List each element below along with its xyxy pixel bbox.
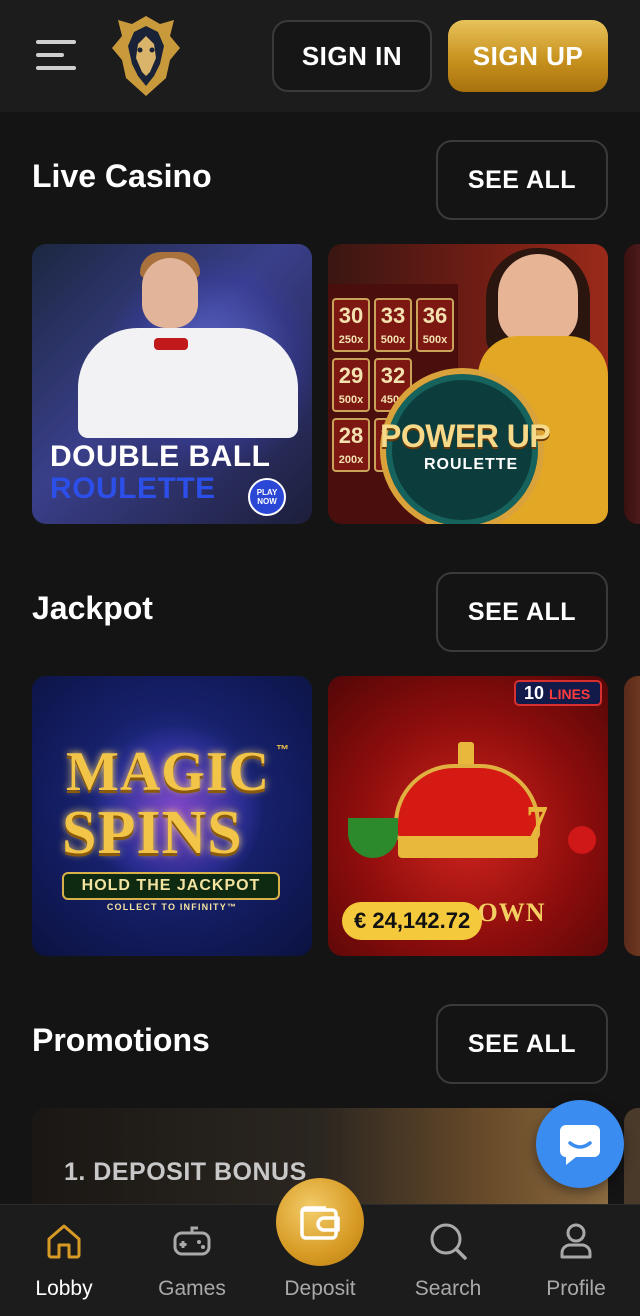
promo-title: 1. DEPOSIT BONUS — [64, 1158, 307, 1186]
trademark-mark: ™ — [276, 742, 289, 757]
chat-button[interactable] — [536, 1100, 624, 1188]
board-cell: 33 500x — [374, 298, 412, 352]
lines-badge: 10 LINES — [514, 680, 602, 706]
chat-bubble-icon — [560, 1125, 600, 1165]
wallet-icon — [300, 1206, 340, 1240]
nav-item-search[interactable]: Search — [393, 1205, 503, 1316]
jackpot-amount-badge: € 24,142.72 — [342, 902, 483, 940]
board-cell: 30 250x — [332, 298, 370, 352]
sign-up-button[interactable]: SIGN UP — [448, 20, 608, 92]
board-cell: 29 500x — [332, 358, 370, 412]
live-casino-title: Live Casino — [32, 158, 212, 194]
crown-image — [394, 764, 540, 840]
user-icon — [560, 1223, 592, 1259]
board-cell: 36 500x — [416, 298, 454, 352]
game-card-peek[interactable] — [624, 676, 640, 956]
gamepad-icon — [173, 1226, 211, 1256]
deposit-button[interactable] — [276, 1178, 364, 1266]
nav-item-profile[interactable]: Profile — [521, 1205, 631, 1316]
game-title-line2: ROULETTE — [424, 456, 519, 473]
game-card-magic-spins[interactable]: MAGIC ™ SPINS HOLD THE JACKPOT COLLECT T… — [32, 676, 312, 956]
play-now-badge: PLAY NOW — [248, 478, 286, 516]
jackpot-see-all-button[interactable]: SEE ALL — [436, 572, 608, 652]
game-title-line1: MAGIC — [66, 741, 271, 803]
game-card-peek[interactable] — [624, 244, 640, 524]
search-icon — [430, 1223, 467, 1260]
cherry-image — [568, 826, 596, 854]
game-card-double-ball-roulette[interactable]: DOUBLE BALL ROULETTE PLAY NOW — [32, 244, 312, 524]
promotions-see-all-button[interactable]: SEE ALL — [436, 1004, 608, 1084]
menu-icon[interactable] — [36, 40, 78, 70]
dealer-image — [142, 258, 198, 328]
sign-in-button[interactable]: SIGN IN — [272, 20, 432, 92]
nav-item-games[interactable]: Games — [137, 1205, 247, 1316]
top-header: SIGN IN SIGN UP — [0, 0, 640, 112]
game-card-power-up-roulette[interactable]: 30 250x 33 500x 36 500x 29 500x 32 450x 28 200… — [328, 244, 608, 524]
seven-symbol: 7 — [526, 797, 548, 846]
live-casino-see-all-button[interactable]: SEE ALL — [436, 140, 608, 220]
home-icon — [47, 1224, 81, 1259]
lion-logo[interactable] — [108, 14, 184, 98]
game-title-line1: DOUBLE BALL — [50, 440, 271, 473]
nav-item-lobby[interactable]: Lobby — [9, 1205, 119, 1316]
jackpot-title: Jackpot — [32, 590, 153, 626]
game-subtagline: COLLECT TO INFINITY™ — [106, 902, 238, 912]
watermelon-image — [348, 818, 398, 858]
dealer-image — [498, 254, 578, 344]
game-title-line2: SPINS — [62, 799, 243, 867]
promotions-title: Promotions — [32, 1022, 210, 1058]
board-cell: 28 200x — [332, 418, 370, 472]
game-title-line2: ROULETTE — [50, 472, 216, 505]
game-title-line1: POWER UP — [380, 418, 551, 454]
game-tagline: HOLD THE JACKPOT — [62, 872, 280, 900]
